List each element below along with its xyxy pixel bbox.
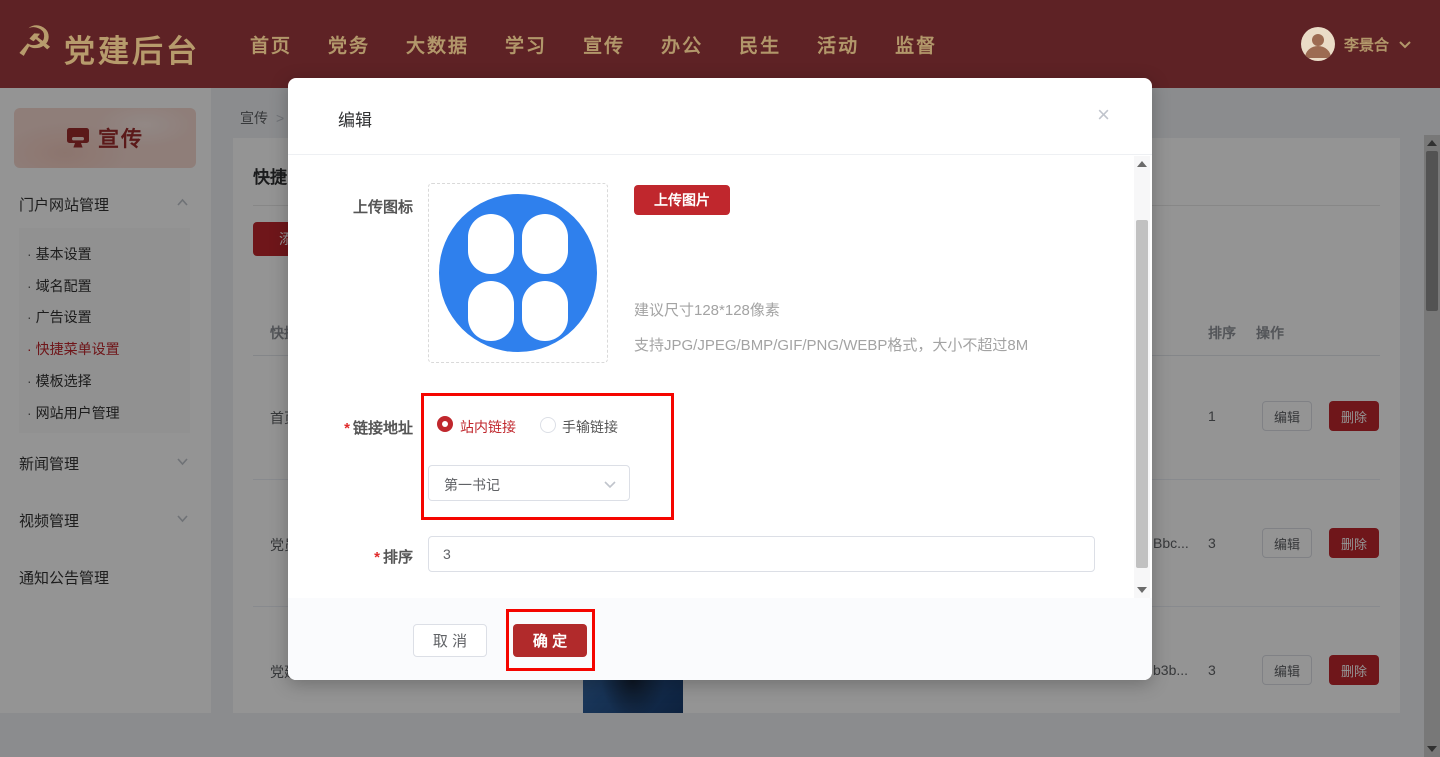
sort-input[interactable] bbox=[428, 536, 1095, 572]
label-text: 链接地址 bbox=[353, 420, 413, 437]
link-address-label: *链接地址 bbox=[300, 417, 413, 438]
cancel-button[interactable]: 取 消 bbox=[413, 624, 487, 657]
dialog-scrollbar[interactable] bbox=[1134, 156, 1150, 598]
dialog-footer: 取 消 确 定 bbox=[288, 598, 1152, 680]
radio-site-link[interactable] bbox=[437, 416, 453, 432]
dialog-header: 编辑 × bbox=[288, 78, 1152, 155]
scrollbar-down-icon[interactable] bbox=[1137, 587, 1147, 593]
topnav-item-office[interactable]: 办公 bbox=[661, 31, 703, 58]
radio-manual-link[interactable] bbox=[540, 417, 556, 433]
icon-preview[interactable] bbox=[428, 183, 608, 363]
link-target-select[interactable]: 第一书记 bbox=[428, 465, 630, 501]
chevron-down-icon bbox=[603, 480, 617, 489]
radio-manual-link-label[interactable]: 手输链接 bbox=[562, 417, 618, 437]
edit-dialog: 编辑 × 上传图标 上传图片 建议尺寸128*128像素 支持JPG/JPEG/… bbox=[288, 78, 1152, 680]
scrollbar-up-icon[interactable] bbox=[1137, 161, 1147, 167]
label-text: 排序 bbox=[383, 549, 413, 566]
confirm-button[interactable]: 确 定 bbox=[513, 624, 587, 657]
close-icon[interactable]: × bbox=[1097, 104, 1110, 126]
select-value: 第一书记 bbox=[444, 475, 500, 495]
sort-label: *排序 bbox=[300, 546, 413, 567]
top-navigation: 首页 党务 大数据 学习 宣传 办公 民生 活动 监督 bbox=[250, 0, 937, 88]
person-icon bbox=[1301, 27, 1335, 61]
required-mark: * bbox=[344, 420, 350, 437]
upload-image-button[interactable]: 上传图片 bbox=[634, 185, 730, 215]
topnav-item-activity[interactable]: 活动 bbox=[817, 31, 859, 58]
user-menu[interactable]: 李景合 bbox=[1301, 0, 1412, 88]
user-name: 李景合 bbox=[1344, 34, 1389, 55]
dialog-title: 编辑 bbox=[338, 106, 372, 131]
chevron-down-icon bbox=[1398, 40, 1412, 49]
required-mark: * bbox=[374, 549, 380, 566]
format-hint: 支持JPG/JPEG/BMP/GIF/PNG/WEBP格式，大小不超过8M bbox=[634, 334, 1028, 355]
upload-icon-label: 上传图标 bbox=[300, 196, 413, 217]
party-emblem-icon: ☭ bbox=[16, 18, 54, 66]
topnav-item-publicity[interactable]: 宣传 bbox=[583, 31, 625, 58]
topbar: ☭ 党建后台 首页 党务 大数据 学习 宣传 办公 民生 活动 监督 李景合 bbox=[0, 0, 1440, 88]
topnav-item-study[interactable]: 学习 bbox=[505, 31, 547, 58]
user-avatar bbox=[1301, 27, 1335, 61]
topnav-item-big-data[interactable]: 大数据 bbox=[406, 31, 469, 58]
dialog-scrollbar-thumb[interactable] bbox=[1136, 220, 1148, 568]
size-hint: 建议尺寸128*128像素 bbox=[634, 299, 780, 320]
topnav-item-livelihood[interactable]: 民生 bbox=[739, 31, 781, 58]
topnav-item-supervision[interactable]: 监督 bbox=[895, 31, 937, 58]
clover-app-icon bbox=[438, 193, 598, 353]
radio-site-link-label[interactable]: 站内链接 bbox=[460, 417, 516, 437]
topnav-item-party-affairs[interactable]: 党务 bbox=[328, 31, 370, 58]
topnav-item-home[interactable]: 首页 bbox=[250, 31, 292, 58]
app-title: 党建后台 bbox=[64, 26, 200, 71]
